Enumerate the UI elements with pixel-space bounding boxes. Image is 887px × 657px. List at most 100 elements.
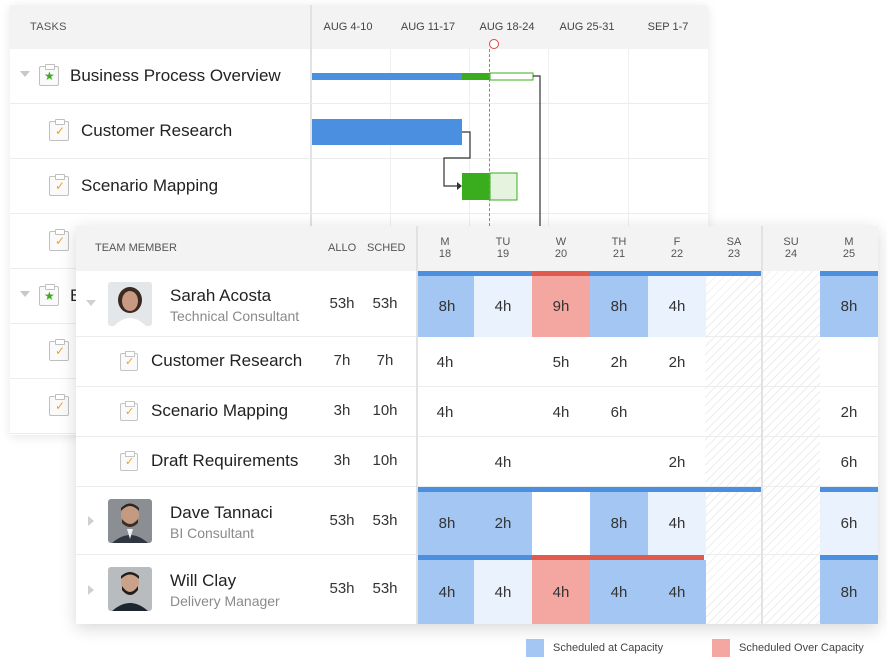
- legend-label: Scheduled Over Capacity: [739, 642, 864, 654]
- day-cell[interactable]: 4h: [474, 437, 532, 487]
- day-cell[interactable]: 5h: [532, 337, 590, 387]
- day-header: M 25: [842, 236, 856, 260]
- allo-column-header: ALLO: [328, 242, 357, 254]
- sched-column-header: SCHED: [367, 242, 406, 254]
- task-check-icon: [120, 351, 138, 371]
- day-cell[interactable]: 8h: [590, 276, 648, 337]
- subtask-name[interactable]: Draft Requirements: [151, 451, 298, 471]
- legend-label: Scheduled at Capacity: [553, 642, 664, 654]
- sched-value: 53h: [372, 295, 398, 312]
- day-cell[interactable]: 8h: [820, 560, 878, 624]
- dependency-arrow-icon: [457, 182, 462, 190]
- subtask-row[interactable]: Customer Research 7h 7h 4h 5h 2h 2h: [76, 337, 878, 387]
- expand-caret-icon[interactable]: [88, 516, 94, 526]
- day-cell[interactable]: [474, 387, 532, 437]
- legend-swatch-capacity: [526, 639, 544, 657]
- allo-value: 3h: [333, 402, 351, 419]
- day-cell[interactable]: 2h: [590, 337, 648, 387]
- day-cell[interactable]: [532, 492, 590, 555]
- day-cell[interactable]: [416, 437, 474, 487]
- day-cell[interactable]: 2h: [820, 387, 878, 437]
- day-cell[interactable]: 9h: [532, 276, 590, 337]
- collapse-caret-icon[interactable]: [86, 300, 96, 306]
- day-cell[interactable]: 2h: [474, 492, 532, 555]
- sched-value: 53h: [372, 580, 398, 597]
- day-cell[interactable]: 6h: [590, 387, 648, 437]
- resource-column-divider: [416, 226, 418, 624]
- allo-value: 7h: [333, 352, 351, 369]
- day-cell[interactable]: 2h: [648, 337, 706, 387]
- day-cell[interactable]: [648, 387, 706, 437]
- sched-value: 10h: [372, 402, 398, 419]
- team-member-column-header: TEAM MEMBER: [95, 242, 177, 254]
- expand-caret-icon[interactable]: [88, 585, 94, 595]
- legend-over-capacity: Scheduled Over Capacity: [712, 639, 882, 657]
- day-cell[interactable]: 4h: [416, 387, 474, 437]
- day-cell[interactable]: 6h: [820, 437, 878, 487]
- day-header: SU 24: [783, 236, 799, 260]
- group-summary-bar[interactable]: [312, 73, 462, 80]
- person-role: BI Consultant: [170, 525, 255, 541]
- day-cell[interactable]: 8h: [418, 276, 476, 337]
- resource-header: TEAM MEMBER ALLO SCHED M 18 TU 19 W 20 TH 21…: [76, 226, 878, 271]
- sched-value: 10h: [372, 452, 398, 469]
- task-bar-customer-research[interactable]: [312, 119, 462, 145]
- legend-swatch-over: [712, 639, 730, 657]
- day-header: TH 21: [611, 236, 627, 260]
- task-check-icon: [120, 451, 138, 471]
- subtask-row[interactable]: Draft Requirements 3h 10h 4h 2h 6h: [76, 437, 878, 487]
- day-header: M 18: [438, 236, 452, 260]
- avatar: [108, 567, 152, 611]
- day-cell[interactable]: 4h: [532, 387, 590, 437]
- dependency-connector: [533, 75, 541, 235]
- resource-panel: TEAM MEMBER ALLO SCHED M 18 TU 19 W 20 TH 21…: [76, 226, 878, 624]
- day-cell[interactable]: [820, 337, 878, 387]
- allo-value: 3h: [333, 452, 351, 469]
- day-header: SA 23: [726, 236, 742, 260]
- day-cell[interactable]: 2h: [648, 437, 706, 487]
- task-check-icon: [120, 401, 138, 421]
- group-progress-bar[interactable]: [462, 73, 490, 80]
- day-cell[interactable]: 8h: [418, 492, 476, 555]
- avatar-dave-image: [108, 499, 152, 543]
- day-cell[interactable]: 4h: [648, 276, 706, 337]
- person-role: Technical Consultant: [170, 308, 300, 324]
- today-marker-icon: [489, 39, 499, 49]
- day-cell[interactable]: 8h: [590, 492, 648, 555]
- week-divider: [761, 226, 763, 624]
- allo-value: 53h: [329, 580, 355, 597]
- day-cell[interactable]: 4h: [418, 560, 476, 624]
- day-cell[interactable]: 4h: [590, 560, 648, 624]
- subtask-name[interactable]: Scenario Mapping: [151, 401, 288, 421]
- day-cell[interactable]: 4h: [474, 560, 532, 624]
- day-cell[interactable]: [474, 337, 532, 387]
- legend-at-capacity: Scheduled at Capacity: [526, 639, 696, 657]
- day-cell[interactable]: 6h: [820, 492, 878, 555]
- task-bar-scenario-mapping-progress[interactable]: [462, 173, 490, 200]
- day-header: W 20: [554, 236, 568, 260]
- group-remaining-bar[interactable]: [489, 72, 534, 81]
- avatar: [108, 282, 152, 326]
- day-cell[interactable]: 4h: [416, 337, 474, 387]
- day-header: F 22: [670, 236, 684, 260]
- person-name[interactable]: Sarah Acosta: [170, 286, 271, 306]
- subtask-row[interactable]: Scenario Mapping 3h 10h 4h 4h 6h 2h: [76, 387, 878, 437]
- day-cell[interactable]: 4h: [474, 276, 532, 337]
- allo-value: 53h: [329, 295, 355, 312]
- sched-value: 53h: [372, 512, 398, 529]
- avatar: [108, 499, 152, 543]
- person-name[interactable]: Will Clay: [170, 571, 236, 591]
- day-cell[interactable]: [590, 437, 648, 487]
- day-cell[interactable]: [532, 437, 590, 487]
- person-role: Delivery Manager: [170, 593, 280, 609]
- task-bar-scenario-mapping-remaining[interactable]: [489, 172, 518, 201]
- sched-value: 7h: [376, 352, 394, 369]
- avatar-sarah-image: [108, 282, 152, 326]
- avatar-will-image: [108, 567, 152, 611]
- person-name[interactable]: Dave Tannaci: [170, 503, 273, 523]
- subtask-name[interactable]: Customer Research: [151, 351, 302, 371]
- day-cell[interactable]: 8h: [820, 276, 878, 337]
- day-cell[interactable]: 4h: [648, 492, 706, 555]
- day-cell[interactable]: 4h: [648, 560, 706, 624]
- day-cell[interactable]: 4h: [532, 560, 590, 624]
